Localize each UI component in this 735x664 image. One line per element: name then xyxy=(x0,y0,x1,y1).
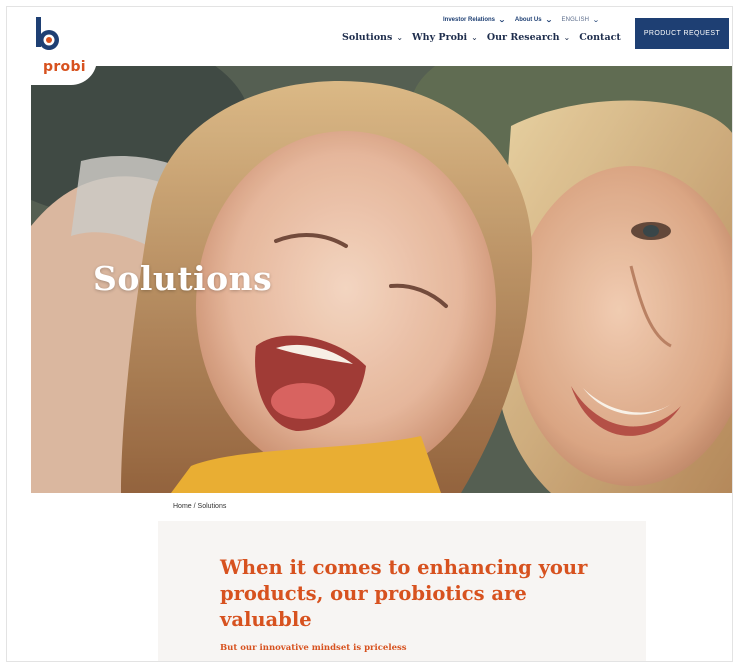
page-frame: probi Investor Relations ⌄ About Us ⌄ EN… xyxy=(6,6,733,662)
chevron-down-icon: ⌄ xyxy=(498,17,506,24)
utility-nav: Investor Relations ⌄ About Us ⌄ ENGLISH … xyxy=(443,16,600,24)
language-label: ENGLISH xyxy=(561,17,590,23)
breadcrumb-current: Solutions xyxy=(197,503,227,510)
product-request-button[interactable]: PRODUCT REQUEST xyxy=(635,18,729,49)
nav-item-solutions[interactable]: Solutions ⌄ xyxy=(342,32,403,43)
nav-item-label: Contact xyxy=(579,32,621,43)
util-nav-label: Investor Relations xyxy=(443,17,496,23)
nav-item-label: Solutions xyxy=(342,32,393,43)
chevron-down-icon: ⌄ xyxy=(471,33,478,42)
nav-item-our-research[interactable]: Our Research ⌄ xyxy=(487,32,570,43)
language-selector[interactable]: ENGLISH ⌄ xyxy=(561,16,599,24)
probi-logo[interactable]: probi xyxy=(31,13,97,85)
breadcrumb: Home / Solutions xyxy=(173,503,226,510)
nav-item-why-probi[interactable]: Why Probi ⌄ xyxy=(412,32,478,43)
breadcrumb-home-link[interactable]: Home xyxy=(173,503,192,510)
breadcrumb-separator: / xyxy=(193,503,196,510)
probi-b-mark-icon xyxy=(36,17,59,50)
nav-item-label: Our Research xyxy=(486,32,560,43)
chevron-down-icon: ⌄ xyxy=(592,17,601,24)
intro-section: When it comes to enhancing your products… xyxy=(158,521,646,661)
chevron-down-icon: ⌄ xyxy=(563,33,571,42)
nav-item-label: Why Probi xyxy=(412,32,468,43)
site-header: probi Investor Relations ⌄ About Us ⌄ EN… xyxy=(7,7,732,85)
util-nav-label: About Us xyxy=(514,17,542,23)
chevron-down-icon: ⌄ xyxy=(396,33,404,42)
util-nav-about-us[interactable]: About Us ⌄ xyxy=(515,16,552,24)
logo-wordmark: probi xyxy=(43,59,86,75)
hero-title: Solutions xyxy=(93,259,273,298)
hero-banner: Solutions xyxy=(31,66,732,493)
intro-heading: When it comes to enhancing your products… xyxy=(220,556,588,631)
nav-item-contact[interactable]: Contact xyxy=(579,32,621,43)
chevron-down-icon: ⌄ xyxy=(544,17,553,24)
main-nav: Solutions ⌄ Why Probi ⌄ Our Research ⌄ C… xyxy=(342,32,621,43)
intro-subheading: But our innovative mindset is priceless xyxy=(220,643,407,653)
util-nav-investor-relations[interactable]: Investor Relations ⌄ xyxy=(443,16,506,24)
